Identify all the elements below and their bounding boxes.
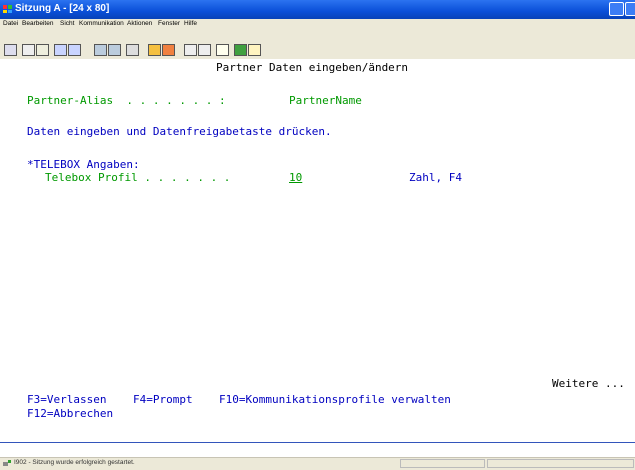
screen-heading: Partner Daten eingeben/ändern (216, 61, 409, 74)
print-screen-icon[interactable] (4, 44, 17, 56)
maximize-button[interactable] (625, 2, 635, 16)
telebox-profil-label: Telebox Profil . . . . . . . (45, 171, 231, 184)
session-icon (3, 5, 12, 13)
menu-bar: Datei Bearbeiten Sicht Kommunikation Akt… (0, 19, 635, 31)
display-icon[interactable] (94, 44, 107, 56)
window-title: Sitzung A - [24 x 80] (15, 3, 110, 14)
copy-icon[interactable] (22, 44, 35, 56)
menu-datei[interactable]: Datei (3, 20, 18, 27)
instruction-text: Daten eingeben und Datenfreigabetaste dr… (27, 125, 332, 138)
playback-icon[interactable] (184, 44, 197, 56)
send-icon[interactable] (54, 44, 67, 56)
menu-fenster[interactable]: Fenster (158, 20, 180, 27)
section-title: *TELEBOX Angaben: (27, 158, 140, 171)
telebox-profil-input[interactable]: 10 (289, 171, 326, 184)
monitor-icon[interactable] (108, 44, 121, 56)
connection-icon (3, 460, 11, 466)
function-keys-line1[interactable]: F3=Verlassen F4=Prompt F10=Kommunikation… (27, 393, 451, 406)
telebox-profil-hint: Zahl, F4 (409, 171, 462, 184)
more-indicator: Weitere ... (552, 377, 625, 390)
status-bar: I902 - Sitzung wurde erfolgreich gestart… (0, 457, 635, 470)
menu-bearbeiten[interactable]: Bearbeiten (22, 20, 53, 27)
keyboard-icon[interactable] (198, 44, 211, 56)
menu-aktionen[interactable]: Aktionen (127, 20, 152, 27)
receive-icon[interactable] (68, 44, 81, 56)
menu-hilfe[interactable]: Hilfe (184, 20, 197, 27)
pencil-icon[interactable] (248, 44, 261, 56)
minimize-button[interactable] (609, 2, 624, 16)
stop-icon[interactable] (162, 44, 175, 56)
status-pane-1 (400, 459, 485, 468)
title-bar: Sitzung A - [24 x 80] (0, 0, 635, 19)
partner-alias-label: Partner-Alias . . . . . . . : (27, 94, 226, 107)
palette-icon[interactable] (234, 44, 247, 56)
record-icon[interactable] (148, 44, 161, 56)
toolbar (0, 31, 635, 60)
paste-icon[interactable] (36, 44, 49, 56)
operator-info-divider (0, 442, 635, 443)
menu-sicht[interactable]: Sicht (60, 20, 74, 27)
status-pane-2 (487, 459, 634, 468)
terminal-screen[interactable]: Partner Daten eingeben/ändern Partner-Al… (0, 59, 635, 442)
macro-icon[interactable] (126, 44, 139, 56)
clipboard-icon[interactable] (216, 44, 229, 56)
status-message: I902 - Sitzung wurde erfolgreich gestart… (14, 459, 135, 466)
function-keys-line2[interactable]: F12=Abbrechen (27, 407, 113, 420)
menu-kommunikation[interactable]: Kommunikation (79, 20, 124, 27)
partner-alias-value: PartnerName (289, 94, 362, 107)
